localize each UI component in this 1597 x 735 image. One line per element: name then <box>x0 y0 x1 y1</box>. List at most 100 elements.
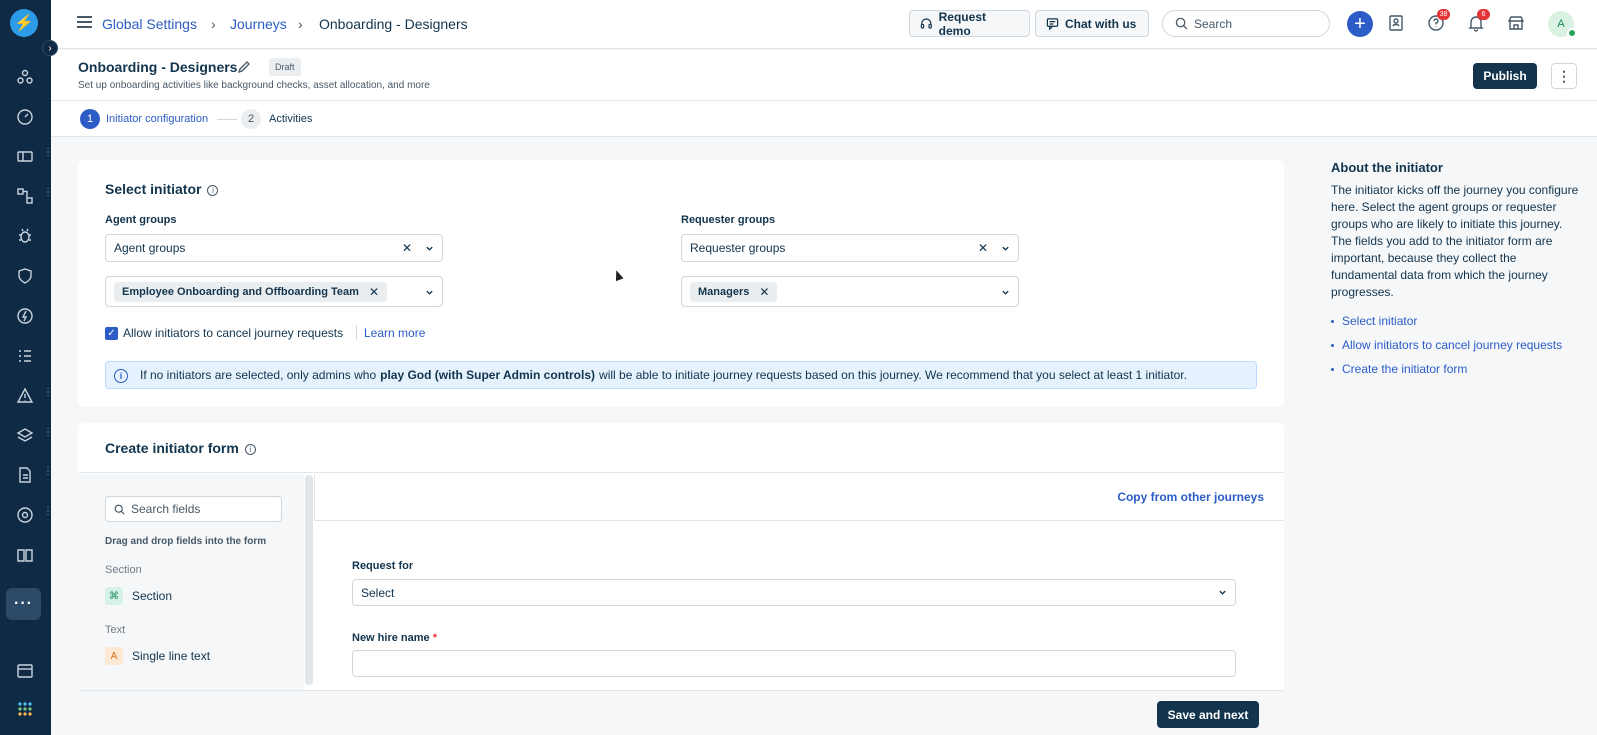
document-more-icon[interactable]: ⋮ <box>43 467 53 477</box>
chat-label: Chat with us <box>1065 16 1137 31</box>
group-section-label: Section <box>105 564 142 576</box>
step-2-number[interactable]: 2 <box>241 109 261 129</box>
allow-cancel-label[interactable]: Allow initiators to cancel journey reque… <box>123 326 343 340</box>
layers-icon[interactable] <box>14 425 36 447</box>
palette-item-single-line[interactable]: A Single line text <box>105 647 210 665</box>
online-status-dot <box>1567 28 1577 38</box>
info-alert: i If no initiators are selected, only ad… <box>105 361 1257 389</box>
breadcrumb-global-settings[interactable]: Global Settings <box>102 16 197 32</box>
save-and-next-button[interactable]: Save and next <box>1157 701 1259 728</box>
requester-groups-value: Requester groups <box>690 241 786 255</box>
network-icon[interactable] <box>14 66 36 88</box>
remove-chip-icon[interactable]: ✕ <box>369 285 379 299</box>
request-for-select[interactable]: Select <box>352 579 1236 606</box>
layers-more-icon[interactable]: ⋮ <box>43 428 53 438</box>
marketplace-icon[interactable] <box>1506 13 1526 33</box>
about-initiator-text: The initiator kicks off the journey you … <box>1331 183 1579 299</box>
search-placeholder: Search <box>1194 16 1233 31</box>
more-options-button[interactable]: ⋮ <box>1551 63 1577 89</box>
requester-groups-multiselect[interactable]: Managers ✕ <box>681 276 1019 307</box>
learn-more-link[interactable]: Learn more <box>364 326 425 340</box>
global-search-input[interactable]: Search <box>1162 10 1330 37</box>
requester-group-chip: Managers ✕ <box>690 281 778 302</box>
about-link-allow-cancel[interactable]: Allow initiators to cancel journey reque… <box>1331 338 1562 352</box>
agent-group-chip: Employee Onboarding and Offboarding Team… <box>114 281 387 302</box>
chevron-down-icon[interactable] <box>425 244 434 253</box>
agent-groups-multiselect[interactable]: Employee Onboarding and Offboarding Team… <box>105 276 443 307</box>
new-hire-name-label: New hire name * <box>352 632 437 644</box>
bell-icon[interactable]: 6 <box>1466 9 1490 33</box>
info-icon[interactable]: i <box>244 443 256 455</box>
remove-chip-icon[interactable]: ✕ <box>759 285 769 299</box>
clear-icon[interactable]: ✕ <box>402 241 412 255</box>
publish-button[interactable]: Publish <box>1473 63 1537 89</box>
agent-groups-label: Agent groups <box>105 214 177 226</box>
copy-from-journeys-link[interactable]: Copy from other journeys <box>1117 490 1264 504</box>
headset-icon <box>920 18 932 29</box>
warning-icon[interactable] <box>14 385 36 407</box>
workflow-more-icon[interactable]: ⋮ <box>43 188 53 198</box>
step-2-label[interactable]: Activities <box>269 113 312 125</box>
chat-with-us-button[interactable]: Chat with us <box>1035 10 1149 37</box>
palette-item-label: Section <box>132 589 173 603</box>
group-text-label: Text <box>105 624 126 636</box>
apps-grid-icon[interactable] <box>14 698 36 720</box>
hub-more-icon[interactable]: ⋮ <box>43 507 53 517</box>
chevron-down-icon[interactable] <box>1218 588 1227 597</box>
step-connector <box>217 119 237 120</box>
bolt-icon[interactable] <box>14 305 36 327</box>
bug-icon[interactable] <box>14 225 36 247</box>
app-logo-icon[interactable]: ⚡ <box>10 9 38 37</box>
agent-groups-value: Agent groups <box>114 241 186 255</box>
chevron-down-icon[interactable] <box>1001 288 1010 297</box>
agent-groups-select[interactable]: Agent groups ✕ <box>105 234 443 262</box>
info-icon[interactable]: i <box>207 184 219 196</box>
document-icon[interactable] <box>14 464 36 486</box>
new-hire-name-input[interactable] <box>352 650 1236 677</box>
more-apps-icon[interactable]: ··· <box>6 588 41 620</box>
search-fields-input[interactable]: Search fields <box>105 496 282 522</box>
about-links: Select initiator Allow initiators to can… <box>1331 314 1562 386</box>
clear-icon[interactable]: ✕ <box>978 241 988 255</box>
about-link-create-form[interactable]: Create the initiator form <box>1331 362 1562 376</box>
chat-icon <box>1046 18 1059 30</box>
form-toolbar: Copy from other journeys <box>314 474 1284 521</box>
left-sidebar: ⚡ ⋮ ⋮ ⋮ ⋮ ⋮ ⋮ ··· <box>0 0 53 735</box>
help-icon[interactable]: 38 <box>1426 9 1450 33</box>
shield-icon[interactable] <box>14 265 36 287</box>
search-icon <box>1175 17 1188 30</box>
ticket-more-icon[interactable]: ⋮ <box>43 148 53 158</box>
step-1-number[interactable]: 1 <box>80 109 100 129</box>
step-1-label[interactable]: Initiator configuration <box>106 113 208 125</box>
checklist-icon[interactable] <box>14 345 36 367</box>
menu-icon[interactable] <box>77 16 92 28</box>
about-initiator-title: About the initiator <box>1331 160 1443 175</box>
sidebar-expand-icon[interactable]: › <box>42 40 58 56</box>
required-asterisk: * <box>432 632 437 644</box>
about-link-select-initiator[interactable]: Select initiator <box>1331 314 1562 328</box>
edit-pencil-icon[interactable] <box>237 60 251 74</box>
search-fields-placeholder: Search fields <box>131 502 201 516</box>
hub-icon[interactable] <box>14 504 36 526</box>
chevron-down-icon[interactable] <box>1001 244 1010 253</box>
allow-cancel-checkbox[interactable]: ✓ <box>105 327 118 340</box>
breadcrumb-current: Onboarding - Designers <box>319 16 468 32</box>
top-bar: Global Settings › Journeys › Onboarding … <box>51 0 1597 49</box>
palette-item-section[interactable]: ⌘ Section <box>105 587 172 605</box>
gauge-icon[interactable] <box>14 106 36 128</box>
add-new-button[interactable]: + <box>1347 11 1373 37</box>
request-demo-button[interactable]: Request demo <box>909 10 1030 38</box>
breadcrumb-journeys[interactable]: Journeys <box>230 16 287 32</box>
help-badge: 38 <box>1437 9 1450 20</box>
warning-more-icon[interactable]: ⋮ <box>43 388 53 398</box>
drag-hint: Drag and drop fields into the form <box>105 536 267 547</box>
ticket-icon[interactable] <box>14 145 36 167</box>
workflow-icon[interactable] <box>14 185 36 207</box>
book-icon[interactable] <box>14 544 36 566</box>
browser-icon[interactable] <box>14 660 36 682</box>
page-subtitle: Set up onboarding activities like backgr… <box>78 80 430 91</box>
requester-groups-select[interactable]: Requester groups ✕ <box>681 234 1019 262</box>
contacts-icon[interactable] <box>1386 13 1406 33</box>
palette-scrollbar[interactable] <box>305 475 313 685</box>
chevron-down-icon[interactable] <box>425 288 434 297</box>
